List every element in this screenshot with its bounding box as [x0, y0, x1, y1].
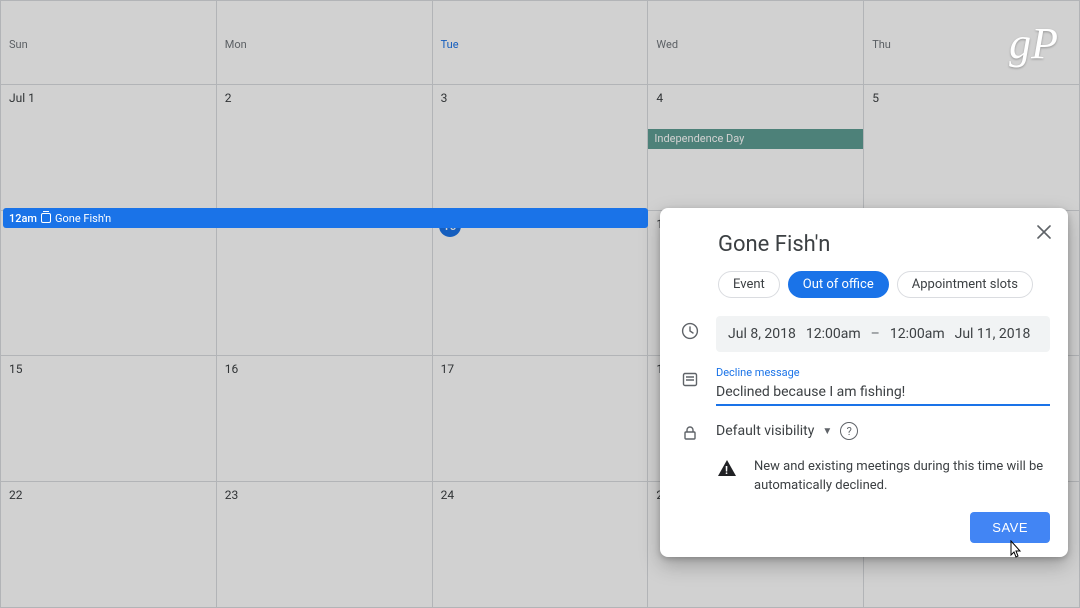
day-number: 24: [439, 486, 642, 504]
end-date[interactable]: Jul 11, 2018: [955, 326, 1031, 342]
day-header: Tue: [432, 1, 648, 85]
event-editor-popup: Gone Fish'n Event Out of office Appointm…: [660, 208, 1068, 557]
decline-message-field[interactable]: Decline message: [716, 364, 1050, 406]
calendar-cell[interactable]: 5: [864, 85, 1080, 211]
start-date[interactable]: Jul 8, 2018: [728, 326, 796, 342]
save-button[interactable]: SAVE: [970, 512, 1050, 543]
calendar-event-icon: [41, 213, 51, 223]
calendar-cell[interactable]: Jul 1: [1, 85, 217, 211]
lock-icon: [678, 418, 702, 442]
warning-text: New and existing meetings during this ti…: [754, 458, 1050, 496]
day-header: Mon: [216, 1, 432, 85]
calendar-cell[interactable]: 24: [432, 481, 648, 607]
day-number: 3: [439, 89, 642, 107]
calendar-cell[interactable]: 17: [432, 355, 648, 481]
event-type-chips: Event Out of office Appointment slots: [718, 271, 1050, 298]
decline-label: Decline message: [716, 366, 1050, 379]
calendar-cell[interactable]: 16: [216, 355, 432, 481]
note-icon: [678, 364, 702, 388]
day-number: 22: [7, 486, 210, 504]
holiday-chip[interactable]: Independence Day: [648, 129, 863, 149]
event-bar-time: 12am: [9, 212, 37, 225]
day-header: Wed: [648, 1, 864, 85]
day-number: 17: [439, 360, 642, 378]
close-icon: [1037, 225, 1051, 239]
time-range[interactable]: Jul 8, 2018 12:00am – 12:00am Jul 11, 20…: [716, 316, 1050, 352]
start-time[interactable]: 12:00am: [806, 326, 861, 342]
day-number: 2: [223, 89, 426, 107]
chevron-down-icon: ▼: [822, 426, 832, 437]
day-number: 23: [223, 486, 426, 504]
day-number: Jul 1: [7, 89, 210, 107]
chip-out-of-office[interactable]: Out of office: [788, 271, 889, 298]
visibility-label: Default visibility: [716, 423, 814, 439]
event-bar-title: Gone Fish'n: [55, 212, 111, 225]
calendar-cell[interactable]: 22: [1, 481, 217, 607]
calendar-cell[interactable]: 3: [432, 85, 648, 211]
chip-event[interactable]: Event: [718, 271, 780, 298]
day-number: 4: [654, 89, 857, 107]
event-bar-gone-fishn[interactable]: 12am Gone Fish'n: [3, 208, 648, 228]
warning-icon: [718, 460, 736, 476]
watermark-logo: gP: [1009, 18, 1058, 69]
chip-appointment-slots[interactable]: Appointment slots: [897, 271, 1033, 298]
calendar-cell[interactable]: 4 Independence Day: [648, 85, 864, 211]
event-title[interactable]: Gone Fish'n: [718, 232, 1050, 257]
end-time[interactable]: 12:00am: [890, 326, 945, 342]
calendar-cell[interactable]: 8: [1, 211, 217, 356]
calendar-cell[interactable]: 9: [216, 211, 432, 356]
clock-icon: [678, 316, 702, 340]
day-number: 5: [870, 89, 1073, 107]
calendar-cell[interactable]: 10: [432, 211, 648, 356]
visibility-dropdown[interactable]: Default visibility ▼ ?: [716, 418, 1050, 444]
mouse-cursor: [1005, 540, 1023, 562]
close-button[interactable]: [1032, 220, 1056, 244]
calendar-cell[interactable]: 15: [1, 355, 217, 481]
calendar-cell[interactable]: 23: [216, 481, 432, 607]
day-number: 16: [223, 360, 426, 378]
day-number: 15: [7, 360, 210, 378]
decline-input[interactable]: [716, 384, 1050, 400]
help-icon[interactable]: ?: [840, 422, 858, 440]
day-header: Sun: [1, 1, 217, 85]
calendar-cell[interactable]: 2: [216, 85, 432, 211]
time-dash: –: [871, 326, 880, 342]
